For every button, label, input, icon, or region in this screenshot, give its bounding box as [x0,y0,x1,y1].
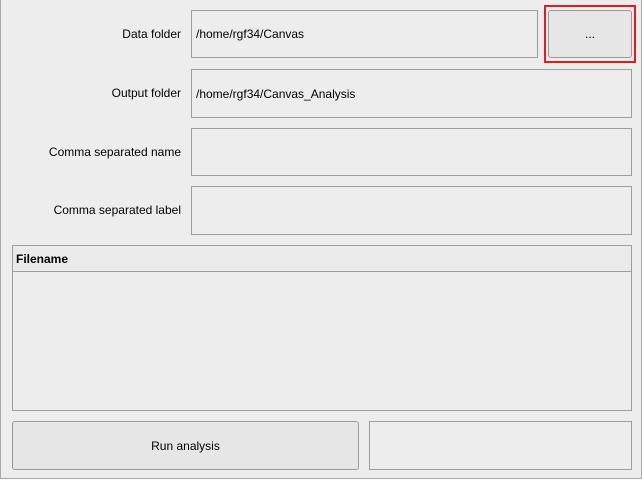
output-folder-label: Output folder [111,86,181,100]
labels-input[interactable] [191,186,632,235]
status-display [369,421,632,470]
labels-label: Comma separated label [53,203,181,217]
data-folder-label: Data folder [122,27,181,41]
data-folder-input[interactable] [191,10,538,58]
names-label: Comma separated name [48,145,181,159]
names-input[interactable] [191,128,632,176]
run-analysis-button[interactable]: Run analysis [12,421,359,470]
browse-data-folder-button[interactable]: ... [548,10,632,58]
analysis-window: Data folder ... Output folder Comma sepa… [0,0,642,479]
table-body[interactable] [13,272,631,410]
output-folder-input[interactable] [191,69,632,118]
column-header-filename[interactable]: Filename [16,252,68,266]
table-header: Filename [13,246,631,272]
file-table[interactable]: Filename [12,245,632,411]
